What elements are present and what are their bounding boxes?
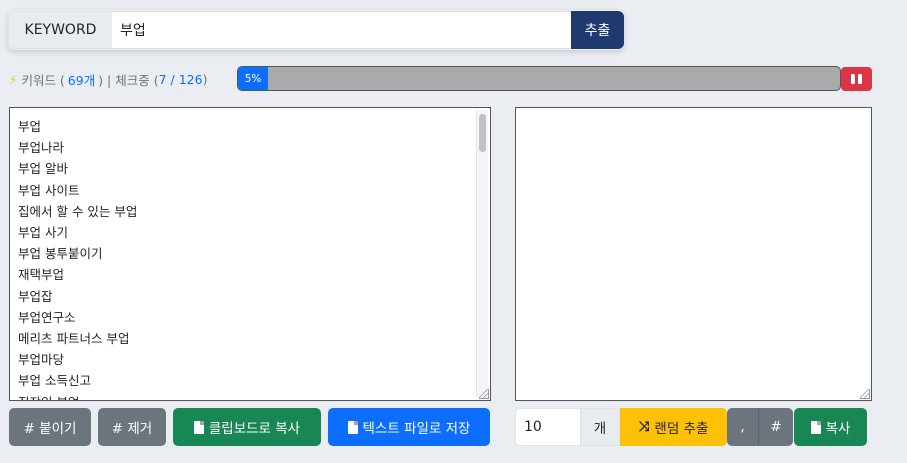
copy-result-button[interactable]: 복사 <box>794 408 867 446</box>
check-progress: 7 / 126 <box>158 72 203 87</box>
keyword-item: 부업 소득신고 <box>18 373 91 389</box>
paste-hash-button[interactable]: # 붙이기 <box>9 408 91 446</box>
keyword-input[interactable]: 부업 <box>112 11 571 49</box>
remove-hash-button[interactable]: # 제거 <box>98 408 166 446</box>
scroll-thumb[interactable] <box>479 114 486 152</box>
keyword-item: 부업마당 <box>18 352 65 368</box>
result-textarea[interactable] <box>515 107 872 401</box>
progress-fill: 5% <box>238 67 269 90</box>
keyword-item: 부업 사이트 <box>18 182 80 198</box>
save-text-file-label: 텍스트 파일로 저장 <box>362 421 471 437</box>
keyword-item: 부업 사기 <box>18 225 68 241</box>
keyword-item: 재택부업 <box>18 267 65 283</box>
keyword-item: 집에서 할 수 있는 부업 <box>18 203 138 219</box>
resize-grip-icon[interactable] <box>479 389 489 399</box>
pause-icon-bar <box>858 74 862 84</box>
hash-separator-button[interactable]: # <box>758 408 793 446</box>
keyword-item: 부업 알바 <box>18 161 68 177</box>
keyword-count: 69개 <box>67 73 96 88</box>
resize-grip-icon[interactable] <box>860 389 870 399</box>
keyword-item: 부업잡 <box>18 288 53 304</box>
pause-icon-bar <box>851 74 855 84</box>
keyword-search-group: KEYWORD 부업 추출 <box>8 10 624 50</box>
progress-bar: 5% <box>237 66 841 91</box>
check-prefix: ) | 체크중 ( <box>98 73 159 88</box>
random-extract-label: 랜덤 추출 <box>654 421 709 437</box>
file-download-icon <box>347 420 358 434</box>
random-extract-button[interactable]: ⤨ 랜덤 추출 <box>620 408 727 446</box>
copy-clipboard-button[interactable]: 클립보드로 복사 <box>173 408 321 446</box>
keyword-label: KEYWORD <box>8 11 112 49</box>
keyword-item: 부업나라 <box>18 140 65 156</box>
copy-icon <box>810 420 821 434</box>
pause-button[interactable] <box>841 67 872 91</box>
comma-separator-button[interactable]: , <box>727 408 758 446</box>
keyword-list-textarea[interactable]: 부업부업나라부업 알바부업 사이트집에서 할 수 있는 부업부업 사기부업 봉투… <box>9 107 491 401</box>
keyword-item: 부업 <box>18 119 42 134</box>
copy-result-label: 복사 <box>825 421 851 437</box>
keyword-item: 부업 봉투붙이기 <box>18 246 103 262</box>
lightning-icon: ⚡ <box>9 72 18 87</box>
shuffle-icon: ⤨ <box>638 419 650 435</box>
scrollbar[interactable] <box>476 110 488 398</box>
copy-icon <box>193 420 204 434</box>
status-line: ⚡ 키워드 ( 69개 ) | 체크중 ( 7 / 126 ) <box>9 70 207 89</box>
extract-button[interactable]: 추출 <box>571 11 624 49</box>
keyword-item: 부업연구소 <box>18 309 76 325</box>
keyword-item: 직장인 부업 <box>18 392 490 400</box>
keyword-prefix: 키워드 ( <box>21 73 65 88</box>
copy-clipboard-label: 클립보드로 복사 <box>208 421 301 437</box>
check-suffix: ) <box>202 72 208 87</box>
keyword-list: 부업부업나라부업 알바부업 사이트집에서 할 수 있는 부업부업 사기부업 봉투… <box>10 108 490 400</box>
random-count-unit: 개 <box>580 408 620 446</box>
keyword-item: 메리츠 파트너스 부업 <box>18 331 130 347</box>
save-text-file-button[interactable]: 텍스트 파일로 저장 <box>328 408 490 446</box>
random-count-input[interactable]: 10 <box>515 408 581 446</box>
